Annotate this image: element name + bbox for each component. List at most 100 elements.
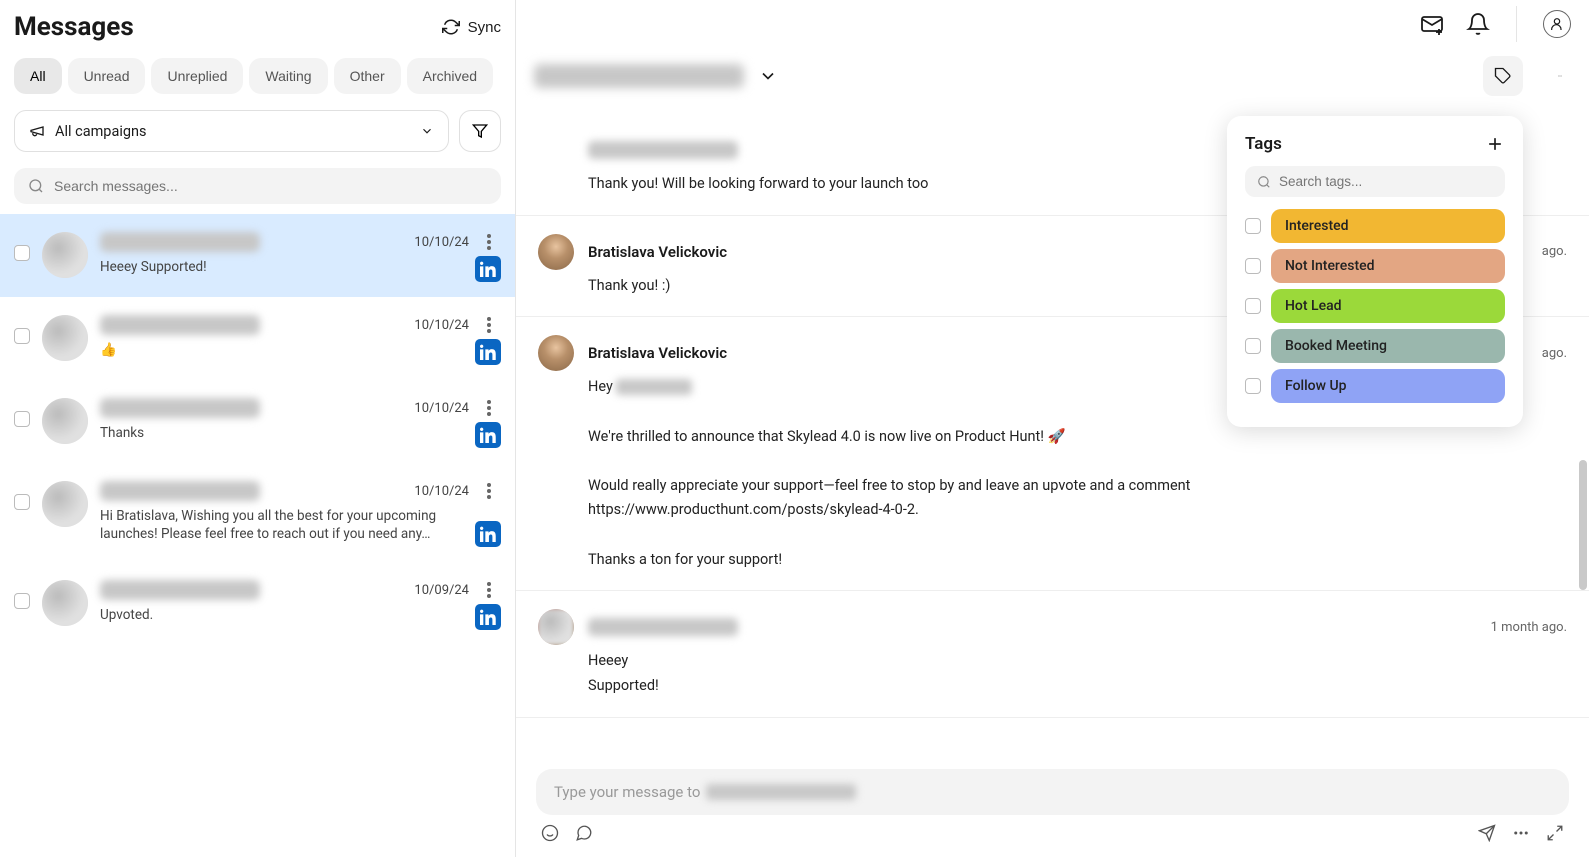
conversation-more-button[interactable] xyxy=(477,234,501,250)
compose-input[interactable]: Type your message to xyxy=(536,769,1569,815)
search-icon xyxy=(28,178,44,194)
contact-name xyxy=(100,481,260,501)
search-input[interactable] xyxy=(54,178,487,194)
megaphone-icon xyxy=(29,123,45,139)
conversation-more-button[interactable] xyxy=(477,400,501,416)
scrollbar[interactable] xyxy=(1579,460,1587,590)
compose-more-button[interactable] xyxy=(1511,823,1531,843)
linkedin-icon xyxy=(475,422,501,448)
campaign-select-label: All campaigns xyxy=(55,123,410,140)
tab-other[interactable]: Other xyxy=(334,58,401,94)
conversation-date: 10/10/24 xyxy=(414,484,469,499)
avatar xyxy=(538,234,574,270)
select-checkbox[interactable] xyxy=(14,494,30,510)
conversation-preview: Thanks xyxy=(100,424,501,442)
tags-search-input[interactable] xyxy=(1279,174,1493,189)
conversation-item[interactable]: 10/10/24 Heeey Supported! xyxy=(0,214,515,297)
message-time: ago. xyxy=(1542,244,1567,259)
campaign-select[interactable]: All campaigns xyxy=(14,110,449,152)
tag-pill[interactable]: Not Interested xyxy=(1271,249,1505,283)
conversation-preview: 👍 xyxy=(100,341,501,359)
snippet-button[interactable] xyxy=(574,823,594,843)
expand-button[interactable] xyxy=(1545,823,1565,843)
add-tag-button[interactable] xyxy=(1485,134,1505,154)
emoji-button[interactable] xyxy=(540,823,560,843)
tag-checkbox[interactable] xyxy=(1245,378,1261,394)
refresh-icon xyxy=(442,18,460,36)
tag-pill[interactable]: Hot Lead xyxy=(1271,289,1505,323)
contact-name xyxy=(100,580,260,600)
message-time: ago. xyxy=(1542,346,1567,361)
expand-icon xyxy=(1546,824,1564,842)
conversation-item[interactable]: 10/10/24 👍 xyxy=(0,297,515,380)
tag-checkbox[interactable] xyxy=(1245,258,1261,274)
select-checkbox[interactable] xyxy=(14,245,30,261)
select-checkbox[interactable] xyxy=(14,328,30,344)
tab-unreplied[interactable]: Unreplied xyxy=(151,58,243,94)
search-input-wrap[interactable] xyxy=(14,168,501,204)
conversation-more-button[interactable] xyxy=(477,317,501,333)
emoji-icon xyxy=(541,824,559,842)
sender-name xyxy=(588,618,738,636)
conversation-more-button[interactable] xyxy=(1549,74,1571,78)
tag-button[interactable] xyxy=(1483,56,1523,96)
tag-pill[interactable]: Follow Up xyxy=(1271,369,1505,403)
message-time: 1 month ago. xyxy=(1491,620,1567,635)
notifications-button[interactable] xyxy=(1466,12,1490,36)
send-button[interactable] xyxy=(1477,823,1497,843)
avatar xyxy=(42,580,88,626)
send-icon xyxy=(1478,824,1496,842)
linkedin-icon xyxy=(475,256,501,282)
tag-checkbox[interactable] xyxy=(1245,218,1261,234)
tab-unread[interactable]: Unread xyxy=(68,58,146,94)
filter-icon xyxy=(472,123,488,139)
tab-waiting[interactable]: Waiting xyxy=(249,58,327,94)
avatar xyxy=(538,609,574,645)
tag-icon xyxy=(1494,67,1512,85)
avatar xyxy=(538,335,574,371)
tags-popover: Tags Interested Not Interested Hot Lead … xyxy=(1227,116,1523,427)
select-checkbox[interactable] xyxy=(14,411,30,427)
more-horizontal-icon xyxy=(1512,824,1530,842)
avatar xyxy=(42,315,88,361)
tag-row[interactable]: Interested xyxy=(1245,209,1505,243)
message-text: Heeey Supported! xyxy=(588,649,1567,698)
user-icon xyxy=(1549,16,1565,32)
conversation-item[interactable]: 10/09/24 Upvoted. xyxy=(0,562,515,645)
conversation-item[interactable]: 10/10/24 Thanks xyxy=(0,380,515,463)
conversation-more-button[interactable] xyxy=(477,483,501,499)
tab-archived[interactable]: Archived xyxy=(407,58,493,94)
profile-button[interactable] xyxy=(1543,10,1571,38)
tag-pill[interactable]: Interested xyxy=(1271,209,1505,243)
conversation-date: 10/09/24 xyxy=(414,583,469,598)
tag-row[interactable]: Hot Lead xyxy=(1245,289,1505,323)
sync-label: Sync xyxy=(468,19,501,36)
filter-button[interactable] xyxy=(459,110,501,152)
inbox-add-button[interactable] xyxy=(1420,12,1444,36)
chat-icon xyxy=(575,824,593,842)
tag-pill[interactable]: Booked Meeting xyxy=(1271,329,1505,363)
contact-expand-button[interactable] xyxy=(758,66,778,86)
redacted-name xyxy=(616,379,692,395)
tag-checkbox[interactable] xyxy=(1245,338,1261,354)
select-checkbox[interactable] xyxy=(14,593,30,609)
sender-name: Bratislava Velickovic xyxy=(588,344,727,362)
conversation-more-button[interactable] xyxy=(477,582,501,598)
tag-row[interactable]: Follow Up xyxy=(1245,369,1505,403)
page-title: Messages xyxy=(14,12,134,42)
chevron-down-icon xyxy=(758,66,778,86)
search-icon xyxy=(1257,175,1271,189)
tag-row[interactable]: Booked Meeting xyxy=(1245,329,1505,363)
tag-checkbox[interactable] xyxy=(1245,298,1261,314)
tags-search-wrap[interactable] xyxy=(1245,166,1505,197)
contact-name xyxy=(100,315,260,335)
conversation-preview: Upvoted. xyxy=(100,606,501,624)
sync-button[interactable]: Sync xyxy=(442,18,501,36)
linkedin-icon xyxy=(475,521,501,547)
tag-row[interactable]: Not Interested xyxy=(1245,249,1505,283)
plus-icon xyxy=(1485,134,1505,154)
conversation-date: 10/10/24 xyxy=(414,401,469,416)
tab-all[interactable]: All xyxy=(14,58,62,94)
tags-popover-title: Tags xyxy=(1245,134,1282,154)
conversation-item[interactable]: 10/10/24 Hi Bratislava, Wishing you all … xyxy=(0,463,515,562)
